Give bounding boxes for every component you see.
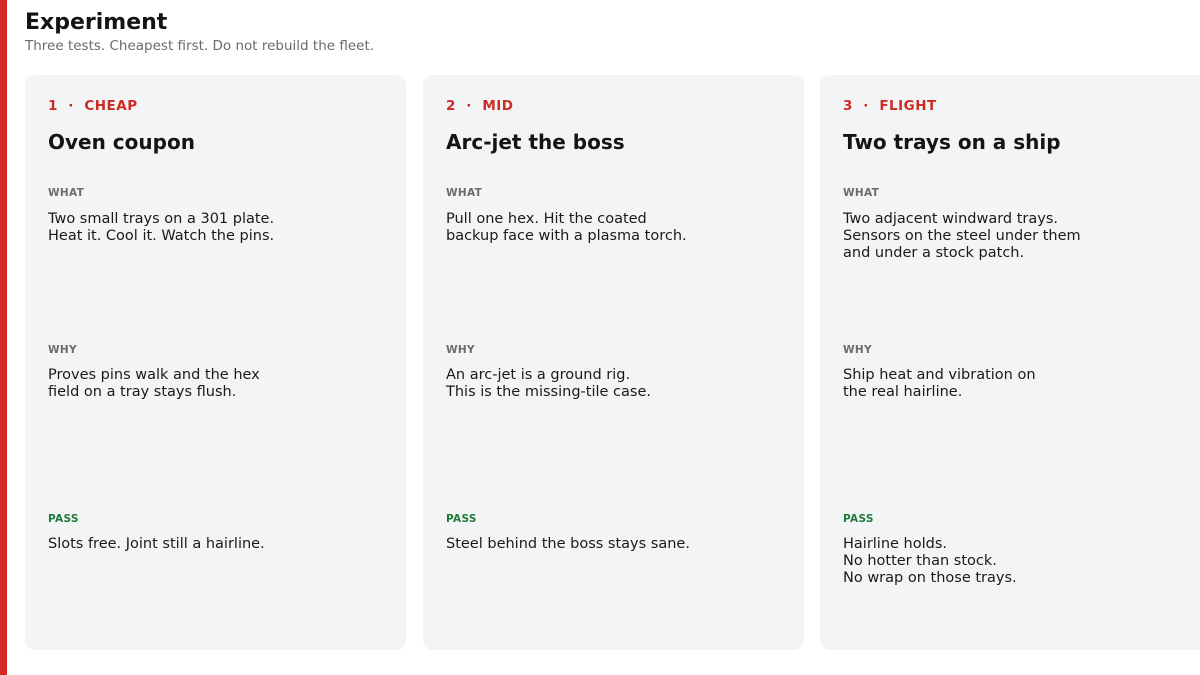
why-text: An arc-jet is a ground rig. This is the … <box>446 367 651 400</box>
card-title: Oven coupon <box>48 130 195 154</box>
pass-text: Slots free. Joint still a hairline. <box>48 536 265 552</box>
page-subtitle: Three tests. Cheapest first. Do not rebu… <box>25 38 375 54</box>
card-kicker: 3 · FLIGHT <box>843 98 937 114</box>
test-card-cheap: 1 · CHEAP Oven coupon WHAT Two small tra… <box>25 75 406 650</box>
pass-label: PASS <box>446 513 477 525</box>
why-label: WHY <box>843 344 872 356</box>
page-title: Experiment <box>25 10 168 35</box>
why-text: Ship heat and vibration on the real hair… <box>843 367 1036 400</box>
why-label: WHY <box>48 344 77 356</box>
card-title: Two trays on a ship <box>843 130 1061 154</box>
card-kicker: 1 · CHEAP <box>48 98 138 114</box>
accent-bar <box>0 0 7 675</box>
why-text: Proves pins walk and the hex field on a … <box>48 367 260 400</box>
slide: Experiment Three tests. Cheapest first. … <box>0 0 1200 675</box>
what-label: WHAT <box>843 187 880 199</box>
why-label: WHY <box>446 344 475 356</box>
what-text: Two adjacent windward trays. Sensors on … <box>843 211 1081 261</box>
pass-text: Hairline holds. No hotter than stock. No… <box>843 536 1017 586</box>
what-label: WHAT <box>446 187 483 199</box>
what-text: Two small trays on a 301 plate. Heat it.… <box>48 211 275 244</box>
pass-text: Steel behind the boss stays sane. <box>446 536 690 552</box>
pass-label: PASS <box>48 513 79 525</box>
pass-label: PASS <box>843 513 874 525</box>
what-label: WHAT <box>48 187 85 199</box>
card-kicker: 2 · MID <box>446 98 514 114</box>
card-title: Arc-jet the boss <box>446 130 625 154</box>
test-card-flight: 3 · FLIGHT Two trays on a ship WHAT Two … <box>820 75 1200 650</box>
what-text: Pull one hex. Hit the coated backup face… <box>446 211 687 244</box>
test-card-mid: 2 · MID Arc-jet the boss WHAT Pull one h… <box>423 75 804 650</box>
